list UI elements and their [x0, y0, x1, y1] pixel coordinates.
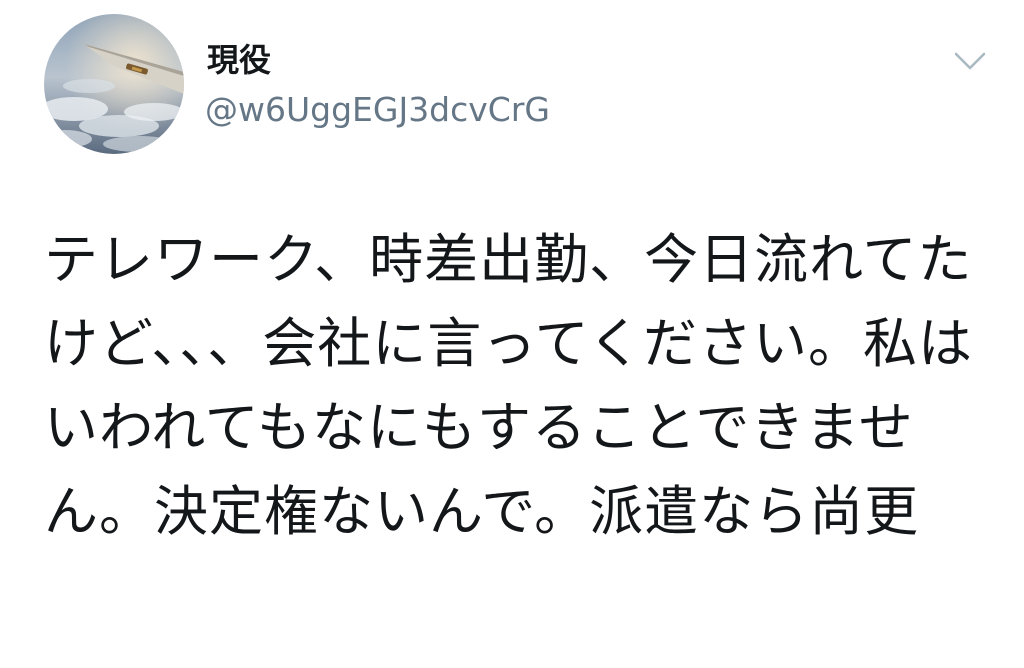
- author-avatar[interactable]: [44, 14, 184, 154]
- tweet-menu-button[interactable]: [950, 46, 990, 76]
- author-display-name[interactable]: 現役: [207, 40, 271, 80]
- tweet-card: 現役 @w6UggEGJ3dcvCrG テレワーク、時差出勤、今日流れてたけど、…: [0, 0, 1024, 668]
- tweet-text: テレワーク、時差出勤、今日流れてたけど、、、会社に言ってください。私はいわれても…: [44, 228, 973, 543]
- chevron-down-icon: [954, 52, 986, 70]
- avatar-photo-icon: [44, 14, 184, 154]
- author-handle[interactable]: @w6UggEGJ3dcvCrG: [205, 88, 550, 132]
